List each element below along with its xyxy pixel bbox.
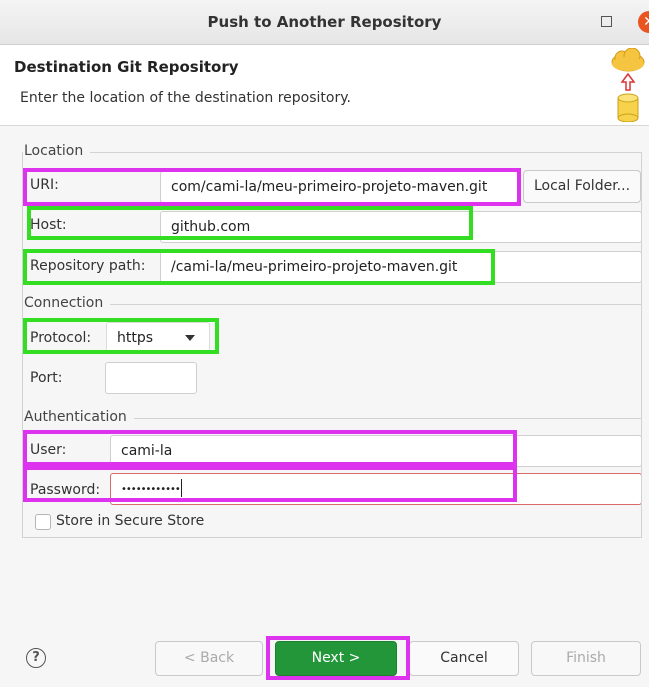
window-title: Push to Another Repository [207,13,442,31]
authentication-group-line [134,418,642,419]
cancel-button[interactable]: Cancel [409,641,519,676]
password-input[interactable]: •••••••••••• [110,473,642,505]
connection-group-line [110,304,642,305]
password-dots: •••••••••••• [121,484,181,495]
repository-path-input[interactable]: /cami-la/meu-primeiro-projeto-maven.git [160,251,642,283]
next-button[interactable]: Next > [275,641,397,676]
user-input[interactable]: cami-la [110,435,642,467]
location-group-label: Location [24,143,86,159]
finish-button[interactable]: Finish [531,641,641,676]
groups-left-border [22,152,23,538]
repository-path-label: Repository path: [30,258,146,274]
host-label: Host: [30,217,67,233]
location-group-line [90,152,642,153]
wizard-header: Destination Git Repository Enter the loc… [0,45,649,126]
password-label: Password: [30,482,101,498]
maximize-icon[interactable] [601,16,612,27]
cloud-push-database-icon [611,48,645,122]
groups-right-border [641,152,642,538]
protocol-label: Protocol: [30,330,92,346]
groups-bottom-border [22,537,642,538]
uri-label: URI: [30,177,59,193]
window-titlebar: Push to Another Repository ✕ [0,0,649,45]
chevron-down-icon [185,335,195,341]
host-input[interactable]: github.com [160,211,642,243]
wizard-title: Destination Git Repository [14,58,239,76]
protocol-value: https [117,330,154,346]
user-label: User: [30,442,67,458]
wizard-description: Enter the location of the destination re… [20,90,351,106]
store-secure-checkbox[interactable] [35,514,51,530]
store-secure-label: Store in Secure Store [56,513,205,529]
uri-input[interactable]: com/cami-la/meu-primeiro-projeto-maven.g… [160,171,518,203]
port-label: Port: [30,370,63,386]
local-folder-button[interactable]: Local Folder... [523,170,641,203]
authentication-group-label: Authentication [24,409,129,425]
connection-group-label: Connection [24,295,106,311]
help-icon[interactable]: ? [26,648,46,668]
port-input[interactable] [105,362,197,394]
text-cursor [180,479,182,497]
back-button[interactable]: < Back [155,641,263,676]
protocol-select[interactable]: https [106,322,210,354]
